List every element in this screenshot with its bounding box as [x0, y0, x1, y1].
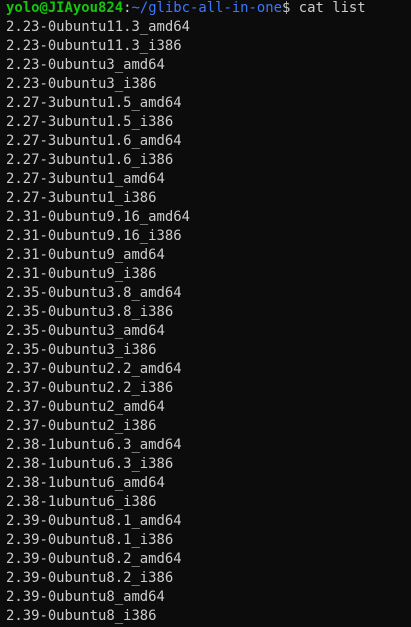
output-line: 2.31-0ubuntu9_amd64 [6, 247, 165, 263]
output-line: 2.39-0ubuntu8.1_i386 [6, 532, 174, 548]
output-line: 2.23-0ubuntu11.3_amd64 [6, 19, 190, 35]
output-line: 2.38-1ubuntu6_i386 [6, 494, 157, 510]
output-line: 2.35-0ubuntu3.8_amd64 [6, 285, 182, 301]
prompt-user-host: yolo@JIAyou824 [6, 0, 124, 16]
output-line: 2.37-0ubuntu2.2_amd64 [6, 361, 182, 377]
output-line: 2.37-0ubuntu2_i386 [6, 418, 157, 434]
output-line: 2.39-0ubuntu8.2_amd64 [6, 551, 182, 567]
output-line: 2.23-0ubuntu11.3_i386 [6, 38, 182, 54]
output-line: 2.39-0ubuntu8_amd64 [6, 589, 165, 605]
command-text: cat list [298, 0, 366, 16]
output-line: 2.23-0ubuntu3_amd64 [6, 57, 165, 73]
prompt-dollar: $ [282, 0, 299, 16]
output-line: 2.39-0ubuntu8.1_amd64 [6, 513, 182, 529]
output-line: 2.35-0ubuntu3.8_i386 [6, 304, 174, 320]
output-line: 2.39-0ubuntu8_i386 [6, 608, 157, 624]
output-line: 2.31-0ubuntu9_i386 [6, 266, 157, 282]
output-line: 2.31-0ubuntu9.16_amd64 [6, 209, 190, 225]
output-line: 2.38-1ubuntu6_amd64 [6, 475, 165, 491]
prompt-line: yolo@JIAyou824:~/glibc-all-in-one$ cat l… [6, 0, 411, 19]
output-line: 2.35-0ubuntu3_amd64 [6, 323, 165, 339]
output-line: 2.31-0ubuntu9.16_i386 [6, 228, 182, 244]
command-output: 2.23-0ubuntu11.3_amd64 2.23-0ubuntu11.3_i… [6, 19, 411, 627]
output-line: 2.27-3ubuntu1.6_amd64 [6, 133, 182, 149]
prompt-path: ~/glibc-all-in-one [131, 0, 283, 16]
output-line: 2.27-3ubuntu1.6_i386 [6, 152, 174, 168]
output-line: 2.27-3ubuntu1.5_amd64 [6, 95, 182, 111]
output-line: 2.37-0ubuntu2_amd64 [6, 399, 165, 415]
output-line: 2.35-0ubuntu3_i386 [6, 342, 157, 358]
output-line: 2.37-0ubuntu2.2_i386 [6, 380, 174, 396]
output-line: 2.27-3ubuntu1_amd64 [6, 171, 165, 187]
output-line: 2.38-1ubuntu6.3_amd64 [6, 437, 182, 453]
terminal-window[interactable]: yolo@JIAyou824:~/glibc-all-in-one$ cat l… [0, 0, 411, 627]
output-line: 2.27-3ubuntu1_i386 [6, 190, 157, 206]
output-line: 2.38-1ubuntu6.3_i386 [6, 456, 174, 472]
output-line: 2.39-0ubuntu8.2_i386 [6, 570, 174, 586]
output-line: 2.27-3ubuntu1.5_i386 [6, 114, 174, 130]
output-line: 2.23-0ubuntu3_i386 [6, 76, 157, 92]
